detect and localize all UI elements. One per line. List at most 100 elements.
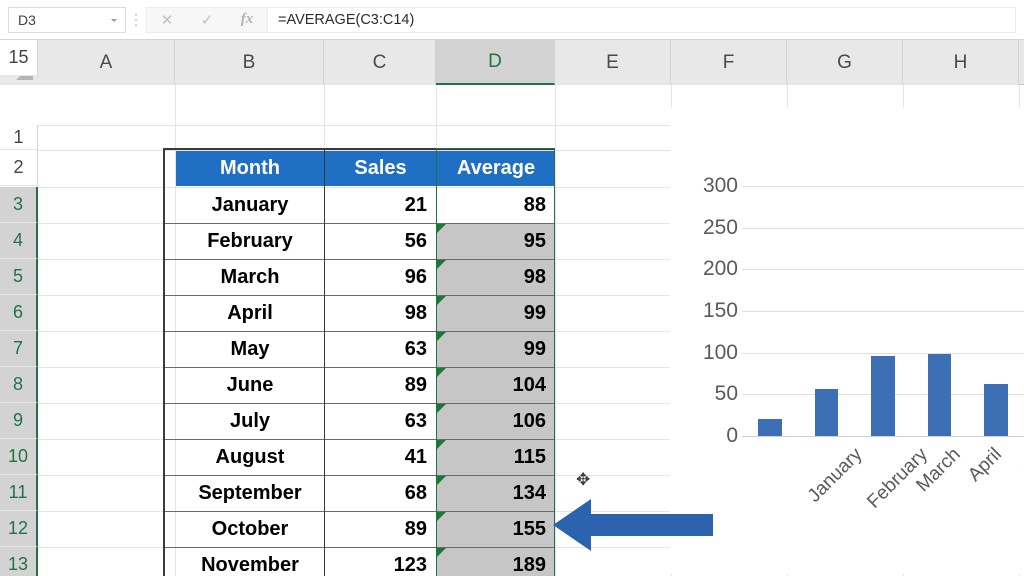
cell-sales-9[interactable]: 63 bbox=[325, 404, 435, 439]
error-indicator-icon[interactable] bbox=[437, 368, 446, 377]
cell-average-8[interactable]: 104 bbox=[437, 368, 554, 403]
name-box[interactable]: D3 bbox=[8, 6, 126, 33]
cell-average-10[interactable]: 115 bbox=[437, 440, 554, 475]
error-indicator-icon[interactable] bbox=[437, 476, 446, 485]
cell-month-12[interactable]: October bbox=[177, 512, 323, 547]
chart-bar[interactable] bbox=[758, 418, 783, 436]
cell-month-3[interactable]: January bbox=[177, 188, 323, 223]
row-header-8[interactable]: 8 bbox=[0, 367, 38, 403]
cell-month-11[interactable]: September bbox=[177, 476, 323, 511]
error-indicator-icon[interactable] bbox=[437, 224, 446, 233]
chevron-down-icon[interactable] bbox=[111, 18, 117, 22]
error-indicator-icon[interactable] bbox=[437, 260, 446, 269]
table-row-separator bbox=[163, 547, 555, 548]
cell-month-8[interactable]: June bbox=[177, 368, 323, 403]
table-row-separator bbox=[163, 295, 555, 296]
cell-average-9[interactable]: 106 bbox=[437, 404, 554, 439]
cell-sales-3[interactable]: 21 bbox=[325, 188, 435, 223]
table-border-col-b-c bbox=[324, 148, 325, 576]
chart-bar[interactable] bbox=[871, 356, 895, 436]
insert-function-icon[interactable]: fx bbox=[227, 7, 267, 33]
formula-input[interactable]: =AVERAGE(C3:C14) bbox=[268, 6, 1016, 33]
column-header-c[interactable]: C bbox=[324, 40, 436, 85]
error-indicator-icon[interactable] bbox=[437, 440, 446, 449]
cell-month-6[interactable]: April bbox=[177, 296, 323, 331]
chart-bar[interactable] bbox=[983, 383, 1008, 436]
error-indicator-icon[interactable] bbox=[437, 404, 446, 413]
bar-chart[interactable]: 300 250 200 150 100 50 0 January February March A… bbox=[670, 108, 1024, 574]
chart-bar[interactable] bbox=[927, 354, 952, 436]
table-row-separator bbox=[163, 439, 555, 440]
cell-sales-10[interactable]: 41 bbox=[325, 440, 435, 475]
row-header-9[interactable]: 9 bbox=[0, 403, 38, 439]
cell-month-7[interactable]: May bbox=[177, 332, 323, 367]
chart-gridline bbox=[742, 269, 1024, 271]
cell-average-12[interactable]: 155 bbox=[437, 512, 554, 547]
cell-average-6[interactable]: 99 bbox=[437, 296, 554, 331]
formula-bar: D3 ✕ ✓ fx =AVERAGE(C3:C14) bbox=[0, 0, 1024, 40]
column-header-row: ABCDEFGH bbox=[0, 40, 1024, 85]
table-row-separator bbox=[163, 511, 555, 512]
cell-sales-5[interactable]: 96 bbox=[325, 260, 435, 295]
check-icon[interactable]: ✓ bbox=[187, 7, 227, 33]
column-header-h[interactable]: H bbox=[903, 40, 1019, 85]
row-header-11[interactable]: 11 bbox=[0, 475, 38, 511]
chart-y-tick-label: 250 bbox=[702, 215, 738, 239]
row-header-2[interactable]: 2 bbox=[0, 150, 38, 186]
chart-gridline bbox=[742, 436, 1024, 437]
column-header-d[interactable]: D bbox=[436, 40, 555, 85]
excel-window: D3 ✕ ✓ fx =AVERAGE(C3:C14) ABCDEFGH 1234… bbox=[0, 0, 1024, 576]
cell-month-5[interactable]: March bbox=[177, 260, 323, 295]
error-indicator-icon[interactable] bbox=[437, 512, 446, 521]
cell-month-10[interactable]: August bbox=[177, 440, 323, 475]
error-indicator-icon[interactable] bbox=[437, 332, 446, 341]
column-header-e[interactable]: E bbox=[555, 40, 671, 85]
cell-sales-8[interactable]: 89 bbox=[325, 368, 435, 403]
row-header-5[interactable]: 5 bbox=[0, 259, 38, 295]
column-header-a[interactable]: A bbox=[38, 40, 175, 85]
column-header-f[interactable]: F bbox=[671, 40, 787, 85]
cell-month-13[interactable]: November bbox=[177, 548, 323, 576]
row-header-7[interactable]: 7 bbox=[0, 331, 38, 367]
table-border-top bbox=[163, 148, 555, 150]
table-header-average[interactable]: Average bbox=[437, 151, 555, 186]
cell-average-3[interactable]: 88 bbox=[437, 188, 554, 223]
error-indicator-icon[interactable] bbox=[437, 548, 446, 557]
cell-sales-11[interactable]: 68 bbox=[325, 476, 435, 511]
error-indicator-icon[interactable] bbox=[437, 296, 446, 305]
cell-month-9[interactable]: July bbox=[177, 404, 323, 439]
chart-y-tick-label: 50 bbox=[714, 382, 738, 406]
cell-sales-13[interactable]: 123 bbox=[325, 548, 435, 576]
chart-gridline bbox=[742, 352, 1024, 354]
table-header-sales[interactable]: Sales bbox=[325, 151, 436, 186]
cell-average-13[interactable]: 189 bbox=[437, 548, 554, 576]
cell-average-7[interactable]: 99 bbox=[437, 332, 554, 367]
row-header-6[interactable]: 6 bbox=[0, 295, 38, 331]
close-icon[interactable]: ✕ bbox=[147, 7, 187, 33]
cell-month-4[interactable]: February bbox=[177, 224, 323, 259]
cell-sales-7[interactable]: 63 bbox=[325, 332, 435, 367]
column-header-g[interactable]: G bbox=[787, 40, 903, 85]
row-header-15[interactable]: 15 bbox=[0, 40, 38, 76]
chart-bar[interactable] bbox=[814, 389, 839, 436]
chart-y-tick-label: 200 bbox=[702, 257, 738, 281]
row-header-4[interactable]: 4 bbox=[0, 223, 38, 259]
cell-average-4[interactable]: 95 bbox=[437, 224, 554, 259]
row-header-12[interactable]: 12 bbox=[0, 511, 38, 547]
cell-average-5[interactable]: 98 bbox=[437, 260, 554, 295]
table-row-separator bbox=[163, 403, 555, 404]
cell-sales-12[interactable]: 89 bbox=[325, 512, 435, 547]
row-header-1[interactable]: 1 bbox=[0, 125, 38, 150]
cell-average-11[interactable]: 134 bbox=[437, 476, 554, 511]
row-header-3[interactable]: 3 bbox=[0, 187, 38, 223]
row-header-10[interactable]: 10 bbox=[0, 439, 38, 475]
chart-x-tick-label: May bbox=[1020, 444, 1024, 485]
chart-gridline bbox=[742, 227, 1024, 229]
table-header-month[interactable]: Month bbox=[176, 151, 324, 186]
cell-sales-6[interactable]: 98 bbox=[325, 296, 435, 331]
column-header-b[interactable]: B bbox=[175, 40, 324, 85]
chart-gridline bbox=[742, 186, 1024, 187]
chart-y-tick-label: 100 bbox=[702, 340, 738, 364]
row-header-13[interactable]: 13 bbox=[0, 547, 38, 576]
cell-sales-4[interactable]: 56 bbox=[325, 224, 435, 259]
